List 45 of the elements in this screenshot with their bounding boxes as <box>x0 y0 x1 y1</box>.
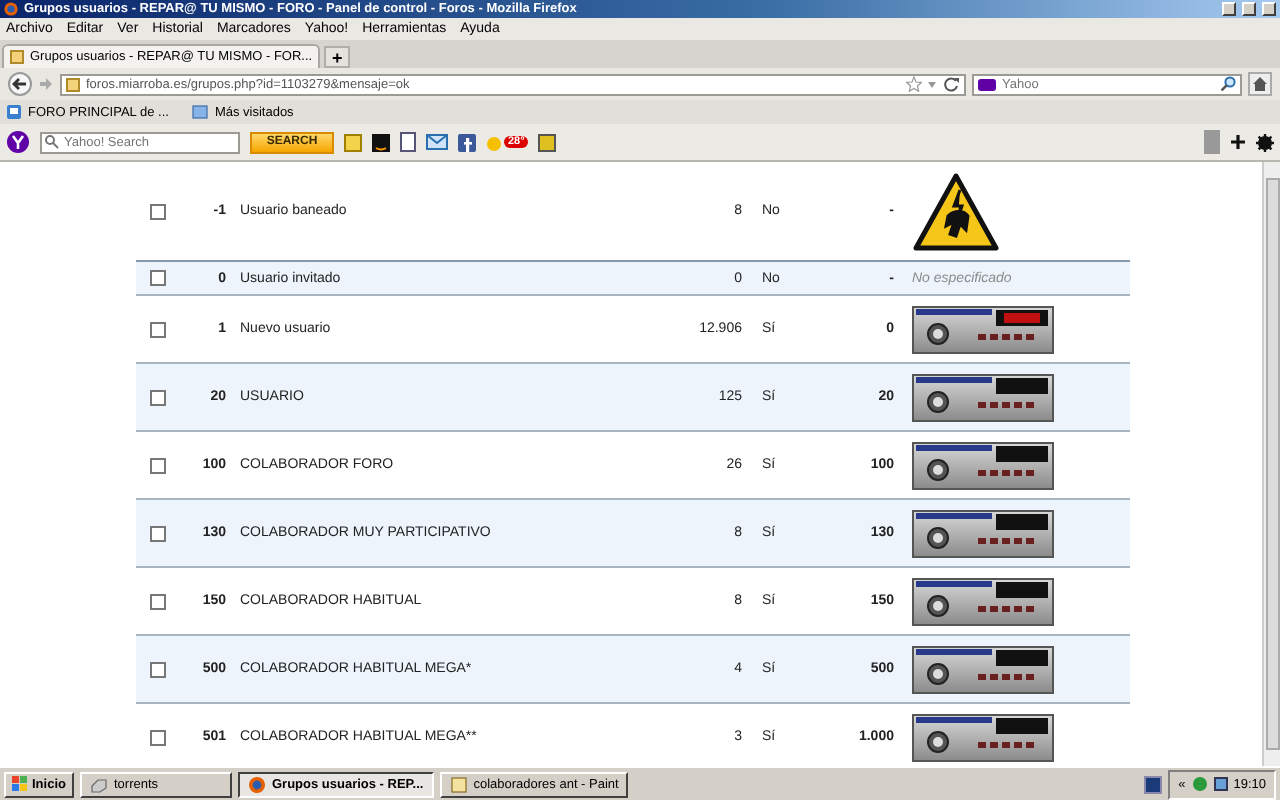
rank-image-drawing <box>912 305 1054 353</box>
rank-image-drawing <box>912 373 1054 421</box>
refresh-icon[interactable] <box>944 76 960 92</box>
search-icon[interactable] <box>1220 76 1236 92</box>
row-checkbox[interactable] <box>150 593 166 609</box>
warning-sign-icon <box>912 171 1000 251</box>
mail-icon[interactable] <box>426 132 448 152</box>
row-checkbox[interactable] <box>150 270 166 286</box>
search-icon <box>44 134 60 150</box>
row-checkbox[interactable] <box>150 661 166 677</box>
document-icon[interactable] <box>400 132 416 152</box>
row-checkbox[interactable] <box>150 389 166 405</box>
firefox-logo-icon <box>247 775 266 793</box>
sun-icon <box>486 133 502 151</box>
back-icon[interactable] <box>8 72 32 96</box>
row-checkbox[interactable] <box>150 525 166 541</box>
add-icon[interactable] <box>1230 134 1246 150</box>
forum-icon <box>6 104 22 120</box>
windows-logo-icon <box>12 776 28 792</box>
rank-image-drawing <box>912 577 1054 625</box>
star-icon[interactable] <box>906 76 922 92</box>
minimize-button[interactable] <box>1222 2 1236 16</box>
page-icon <box>66 77 80 91</box>
page-icon <box>10 50 24 64</box>
row-checkbox[interactable] <box>150 203 166 219</box>
row-checkbox[interactable] <box>150 729 166 745</box>
row-checkbox[interactable] <box>150 457 166 473</box>
row-checkbox[interactable] <box>150 321 166 337</box>
shopping-icon[interactable] <box>372 133 390 151</box>
restore-button[interactable] <box>1242 2 1256 16</box>
yahoo-logo-icon[interactable] <box>6 130 30 154</box>
rank-image-drawing <box>912 713 1054 761</box>
scrollbar[interactable] <box>1262 162 1280 766</box>
folder-icon <box>192 104 209 120</box>
rank-image-drawing <box>912 441 1054 489</box>
home-icon <box>1252 76 1268 92</box>
home-button[interactable] <box>1248 72 1272 96</box>
rank-image-drawing <box>912 645 1054 693</box>
dropdown-icon[interactable] <box>926 77 938 89</box>
social-icon[interactable] <box>458 133 476 151</box>
firefox-logo-icon <box>4 2 18 16</box>
new-tab-button[interactable]: + <box>324 46 351 68</box>
close-button[interactable] <box>1262 2 1276 16</box>
settings-icon[interactable] <box>1256 133 1274 151</box>
rank-image-drawing <box>912 509 1054 557</box>
